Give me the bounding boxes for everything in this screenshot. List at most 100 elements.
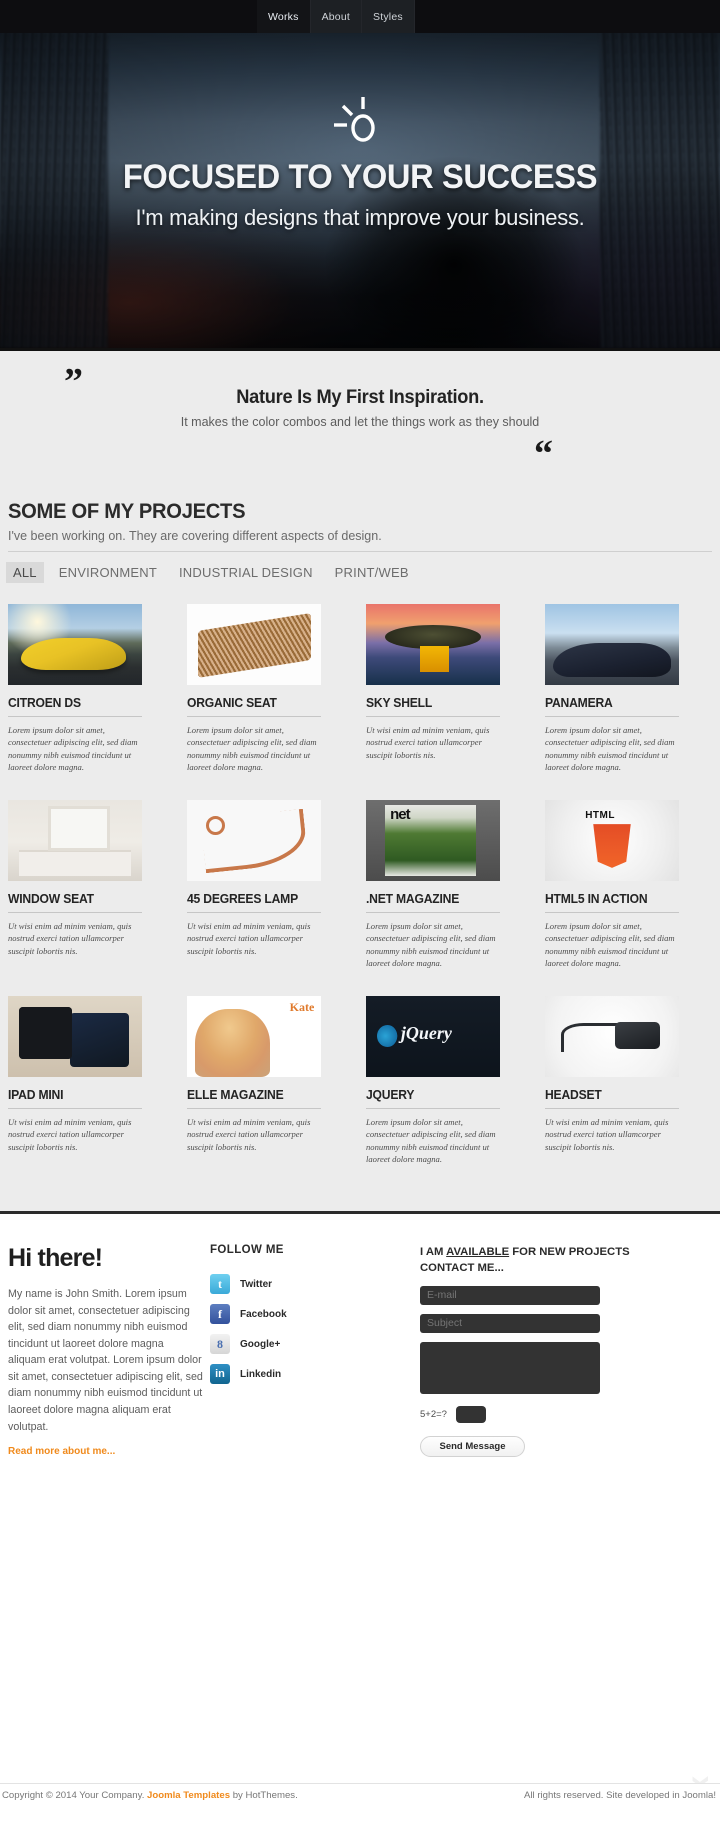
- nav-item-works[interactable]: Works: [257, 0, 311, 33]
- project-card[interactable]: HTML5 IN ACTION Lorem ipsum dolor sit am…: [545, 799, 679, 970]
- project-thumbnail-45-degrees-lamp[interactable]: [187, 799, 321, 881]
- card-divider: [8, 1107, 142, 1109]
- about-bio: My name is John Smith. Lorem ipsum dolor…: [8, 1288, 203, 1433]
- project-title: HEADSET: [545, 1087, 602, 1102]
- copyright-bar: Copyright © 2014 Your Company. Joomla Te…: [0, 1783, 720, 1827]
- project-thumbnail-window-seat[interactable]: [8, 799, 142, 881]
- nav-item-about[interactable]: About: [310, 0, 363, 33]
- social-label: Twitter: [240, 1278, 273, 1290]
- copyright-right: All rights reserved. Site developed in J…: [524, 1790, 716, 1801]
- project-card[interactable]: ELLE MAGAZINE Ut wisi enim ad minim veni…: [187, 995, 321, 1166]
- projects-divider: [8, 551, 712, 552]
- captcha-input[interactable]: [455, 1405, 486, 1423]
- follow-column: FOLLOW ME t Twitter f Facebook 8 Google+…: [210, 1244, 360, 1384]
- card-divider: [187, 911, 321, 913]
- project-card[interactable]: CITROEN DS Lorem ipsum dolor sit amet, c…: [8, 604, 142, 774]
- captcha-row: 5+2=?: [420, 1405, 710, 1423]
- social-label: Google+: [240, 1338, 281, 1350]
- contact-me-text: CONTACT ME...: [420, 1262, 504, 1275]
- project-thumbnail-sky-shell[interactable]: [366, 604, 500, 685]
- footer-section: Hi there! My name is John Smith. Lorem i…: [0, 1211, 720, 1827]
- twitter-icon: t: [210, 1274, 230, 1294]
- project-thumbnail-html5-in-action[interactable]: [545, 799, 679, 881]
- hero-title: FOCUSED TO YOUR SUCCESS: [122, 158, 598, 196]
- main-nav: Works About Styles: [257, 0, 415, 33]
- sun-light-icon: [334, 97, 375, 142]
- projects-subtitle: I've been working on. They are covering …: [8, 529, 382, 543]
- card-divider: [187, 716, 321, 717]
- send-message-button[interactable]: Send Message: [420, 1435, 525, 1457]
- card-divider: [366, 1107, 500, 1109]
- quote-section: ” Nature Is My First Inspiration. It mak…: [0, 348, 720, 488]
- about-column: Hi there! My name is John Smith. Lorem i…: [8, 1244, 204, 1457]
- project-description: Ut wisi enim ad minim veniam, quis nostr…: [545, 1116, 669, 1152]
- linkedin-icon: in: [210, 1364, 230, 1384]
- follow-heading: FOLLOW ME: [210, 1244, 284, 1256]
- message-field[interactable]: [420, 1341, 600, 1394]
- top-navigation-bar: Works About Styles: [0, 0, 720, 33]
- facebook-icon: f: [210, 1304, 230, 1324]
- availability-underlined: AVAILABLE: [446, 1246, 510, 1258]
- card-divider: [187, 1107, 321, 1109]
- project-title: 45 DEGREES LAMP: [187, 891, 298, 906]
- project-card[interactable]: PANAMERA Lorem ipsum dolor sit amet, con…: [545, 604, 679, 774]
- project-thumbnail-elle-magazine[interactable]: [187, 995, 321, 1077]
- project-card[interactable]: SKY SHELL Ut wisi enim ad minim veniam, …: [366, 604, 500, 774]
- project-title: WINDOW SEAT: [8, 891, 94, 906]
- project-thumbnail-ipad-mini[interactable]: [8, 995, 142, 1077]
- social-link-googleplus[interactable]: 8 Google+: [210, 1334, 360, 1354]
- read-more-link[interactable]: Read more about me...: [8, 1446, 204, 1457]
- project-description: Ut wisi enim ad minim veniam, quis nostr…: [187, 920, 311, 956]
- project-card[interactable]: WINDOW SEAT Ut wisi enim ad minim veniam…: [8, 799, 142, 970]
- joomla-templates-link[interactable]: Joomla Templates: [147, 1790, 230, 1801]
- project-card[interactable]: HEADSET Ut wisi enim ad minim veniam, qu…: [545, 995, 679, 1166]
- social-link-linkedin[interactable]: in Linkedin: [210, 1364, 360, 1384]
- card-divider: [545, 1107, 679, 1109]
- project-description: Ut wisi enim ad minim veniam, quis nostr…: [8, 1116, 132, 1152]
- project-description: Lorem ipsum dolor sit amet, consectetuer…: [545, 920, 675, 969]
- project-card[interactable]: 45 DEGREES LAMP Ut wisi enim ad minim ve…: [187, 799, 321, 970]
- project-description: Lorem ipsum dolor sit amet, consectetuer…: [8, 725, 138, 773]
- googleplus-icon: 8: [210, 1334, 230, 1354]
- projects-grid: CITROEN DS Lorem ipsum dolor sit amet, c…: [8, 604, 712, 1165]
- project-description: Lorem ipsum dolor sit amet, consectetuer…: [545, 725, 675, 773]
- contact-column: I AM AVAILABLE FOR NEW PROJECTS CONTACT …: [420, 1244, 710, 1457]
- project-description: Ut wisi enim ad minim veniam, quis nostr…: [187, 1116, 311, 1152]
- subject-field[interactable]: [420, 1313, 600, 1333]
- project-thumbnail-citroen-ds[interactable]: [8, 604, 142, 685]
- project-title: PANAMERA: [545, 696, 613, 710]
- project-thumbnail-net-magazine[interactable]: [366, 799, 500, 881]
- project-card[interactable]: ORGANIC SEAT Lorem ipsum dolor sit amet,…: [187, 604, 321, 774]
- project-description: Lorem ipsum dolor sit amet, consectetuer…: [366, 1116, 496, 1164]
- copyright-suffix: by HotThemes.: [230, 1790, 298, 1801]
- filter-environment[interactable]: ENVIRONMENT: [52, 562, 164, 583]
- filter-all[interactable]: ALL: [6, 562, 44, 583]
- card-divider: [366, 716, 500, 717]
- project-card[interactable]: .NET MAGAZINE Lorem ipsum dolor sit amet…: [366, 799, 500, 970]
- quote-subtitle: It makes the color combos and let the th…: [180, 415, 540, 429]
- project-title: IPAD MINI: [8, 1087, 64, 1102]
- availability-pre: I AM: [420, 1246, 447, 1258]
- filter-print-web[interactable]: PRINT/WEB: [328, 562, 416, 583]
- project-thumbnail-jquery[interactable]: [366, 995, 500, 1077]
- project-card[interactable]: IPAD MINI Ut wisi enim ad minim veniam, …: [8, 995, 142, 1166]
- project-filter-tabs: ALL ENVIRONMENT INDUSTRIAL DESIGN PRINT/…: [6, 562, 416, 583]
- projects-section: SOME OF MY PROJECTS I've been working on…: [0, 488, 720, 1211]
- project-thumbnail-panamera[interactable]: [545, 604, 679, 685]
- filter-industrial-design[interactable]: INDUSTRIAL DESIGN: [172, 562, 320, 583]
- card-divider: [366, 911, 500, 913]
- project-card[interactable]: JQUERY Lorem ipsum dolor sit amet, conse…: [366, 995, 500, 1166]
- social-label: Linkedin: [240, 1368, 282, 1380]
- about-heading: Hi there!: [8, 1244, 103, 1272]
- social-link-facebook[interactable]: f Facebook: [210, 1304, 360, 1324]
- project-description: Lorem ipsum dolor sit amet, consectetuer…: [187, 725, 317, 773]
- hero-banner: FOCUSED TO YOUR SUCCESS I'm making desig…: [0, 26, 720, 348]
- nav-item-styles[interactable]: Styles: [362, 0, 415, 33]
- project-thumbnail-headset[interactable]: [545, 995, 679, 1077]
- quote-title: Nature Is My First Inspiration.: [236, 387, 484, 408]
- email-field[interactable]: [420, 1285, 600, 1305]
- social-link-twitter[interactable]: t Twitter: [210, 1274, 360, 1294]
- project-thumbnail-organic-seat[interactable]: [187, 604, 321, 685]
- card-divider: [8, 716, 142, 717]
- hero-subtitle: I'm making designs that improve your bus…: [135, 204, 585, 230]
